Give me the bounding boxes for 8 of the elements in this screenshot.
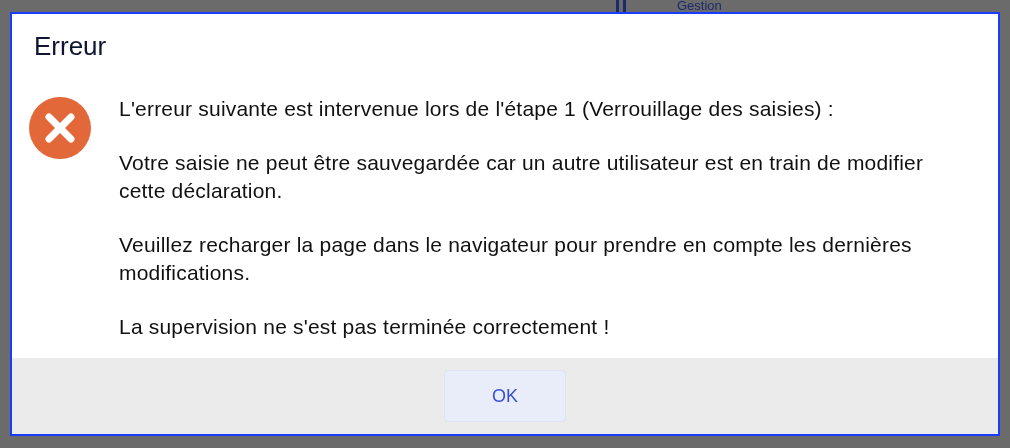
message-text: Votre saisie ne peut être sauvegardée car un autre utilisateur est en train de modifier cette déclaration. bbox=[119, 150, 925, 204]
message-text: L'erreur suivante est intervenue lors de l'étape 1 (Verrouillage des saisies) : bbox=[119, 96, 835, 122]
bars-icon bbox=[614, 0, 628, 12]
ok-button[interactable]: OK bbox=[444, 370, 566, 422]
message-text: Veuillez recharger la page dans le navigateur pour prendre en compte les dernières modifications. bbox=[119, 232, 913, 286]
message-text: La supervision ne s'est pas terminée correctement ! bbox=[119, 314, 611, 340]
dialog-title: Erreur bbox=[34, 30, 107, 62]
error-icon bbox=[28, 96, 92, 160]
